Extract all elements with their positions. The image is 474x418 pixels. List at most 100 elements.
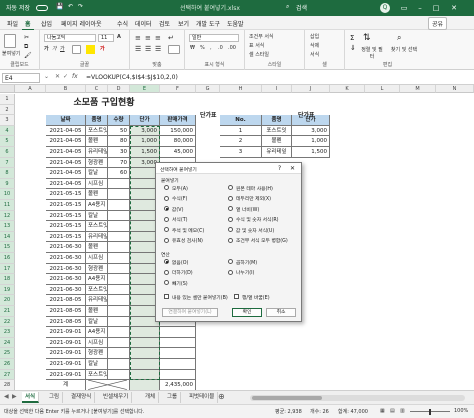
redo-icon[interactable]: ↷ xyxy=(78,3,83,10)
table-cell[interactable] xyxy=(108,295,130,306)
table-header-cell[interactable]: 날짜 xyxy=(46,115,86,126)
table-cell[interactable]: 2021-09-01 xyxy=(46,337,86,349)
column-header-j[interactable]: J xyxy=(292,85,330,93)
ok-button[interactable]: 확인 xyxy=(232,308,262,317)
operation-option-radio[interactable] xyxy=(164,259,169,264)
table-cell[interactable] xyxy=(160,327,196,338)
row-header[interactable]: 7 xyxy=(0,157,15,169)
find-select-button[interactable]: 찾기 및 선택 xyxy=(389,46,419,53)
table-cell[interactable]: 2021-05-15 xyxy=(46,210,86,222)
column-header-c[interactable]: C xyxy=(86,85,108,93)
row-header[interactable]: 23 xyxy=(0,327,15,338)
table-cell[interactable] xyxy=(130,337,160,349)
table-cell[interactable]: 볼펜 xyxy=(86,306,108,317)
unit-table-cell[interactable]: 볼펜 xyxy=(262,136,292,147)
table-cell[interactable] xyxy=(160,348,196,359)
table-cell[interactable] xyxy=(160,337,196,349)
table-cell[interactable] xyxy=(130,327,160,338)
cancel-formula-icon[interactable]: ✕ xyxy=(55,73,60,80)
number-format-select[interactable]: 일반 xyxy=(189,34,239,42)
table-cell[interactable] xyxy=(108,189,130,200)
table-cell[interactable]: 포스트잇 xyxy=(86,221,108,232)
total-crossed-cell[interactable] xyxy=(86,380,130,390)
table-cell[interactable]: 형광펜 xyxy=(86,348,108,359)
autosave-label[interactable]: 자동 저장 xyxy=(6,3,30,12)
zoom-slider-thumb[interactable] xyxy=(429,409,431,415)
avatar[interactable]: Q xyxy=(380,3,390,13)
table-cell[interactable] xyxy=(108,253,130,264)
font-color-icon[interactable]: 가 xyxy=(100,45,105,52)
search-icon[interactable]: ⌕ xyxy=(286,3,289,11)
prev-sheet-icon[interactable]: ◀ xyxy=(4,393,9,400)
tab-data[interactable]: 데이터 xyxy=(132,18,155,29)
grow-font-icon[interactable]: A xyxy=(117,34,121,40)
paste-option-radio[interactable] xyxy=(228,206,233,211)
table-cell[interactable]: 유리테잎 xyxy=(86,295,108,306)
table-cell[interactable]: A4용지 xyxy=(86,327,108,338)
unit-table-header-cell[interactable]: No. xyxy=(220,115,262,126)
cancel-button[interactable]: 취소 xyxy=(266,308,296,317)
sort-filter-button[interactable]: 정렬 및 필터 xyxy=(359,46,385,60)
row-header[interactable]: 6 xyxy=(0,147,15,158)
table-cell[interactable]: 2021-05-15 xyxy=(46,200,86,211)
table-cell[interactable]: 70 xyxy=(108,157,130,169)
table-cell[interactable] xyxy=(108,221,130,232)
table-cell[interactable]: 2021-06-30 xyxy=(46,263,86,275)
table-cell[interactable] xyxy=(160,369,196,381)
total-empty-cell[interactable] xyxy=(130,380,160,390)
bold-icon[interactable]: 가 xyxy=(44,45,49,52)
table-cell[interactable]: 칼날 xyxy=(86,359,108,370)
sheet-tab[interactable]: 그림 xyxy=(46,392,64,403)
undo-icon[interactable]: ↶ xyxy=(68,3,73,10)
table-cell[interactable] xyxy=(108,200,130,211)
paste-option-radio[interactable] xyxy=(164,227,169,232)
table-cell[interactable] xyxy=(108,359,130,370)
format-cells-button[interactable]: 서식 xyxy=(310,51,319,58)
conditional-format-button[interactable]: 조건부 서식 xyxy=(249,33,274,40)
row-header[interactable]: 2 xyxy=(0,104,15,116)
table-cell[interactable]: 2021-08-05 xyxy=(46,295,86,306)
align-center-icon[interactable]: ☰ xyxy=(145,45,151,53)
table-cell[interactable] xyxy=(108,316,130,328)
table-cell[interactable]: 2021-06-30 xyxy=(46,253,86,264)
tab-review[interactable]: 검토 xyxy=(156,18,173,29)
table-cell[interactable]: 1,500 xyxy=(130,147,160,158)
paste-icon[interactable] xyxy=(4,34,16,48)
share-button[interactable]: 공유 xyxy=(428,17,448,30)
paste-option-radio[interactable] xyxy=(164,216,169,222)
total-value-cell[interactable]: 2,435,000 xyxy=(160,380,196,390)
table-cell[interactable] xyxy=(108,274,130,285)
operation-option-radio[interactable] xyxy=(164,280,169,285)
row-header[interactable]: 13 xyxy=(0,221,15,232)
sheet-tab[interactable]: 빈셀채우기 xyxy=(100,392,133,403)
merge-center-icon[interactable] xyxy=(168,45,180,54)
table-cell[interactable] xyxy=(108,327,130,338)
paste-button[interactable]: 붙여넣기 xyxy=(2,50,20,57)
row-header[interactable]: 25 xyxy=(0,348,15,359)
table-cell[interactable]: 포스트잇 xyxy=(86,369,108,381)
operation-option-radio[interactable] xyxy=(164,269,169,275)
sheet-tab[interactable]: 피벗테이블 xyxy=(186,392,219,403)
tab-view[interactable]: 보기 xyxy=(175,18,192,29)
increase-decimal-icon[interactable]: .0 xyxy=(218,45,223,51)
unit-table-cell[interactable]: 1,000 xyxy=(292,136,330,147)
table-cell[interactable]: 포스트잇 xyxy=(86,284,108,296)
table-cell[interactable]: 45,000 xyxy=(160,147,196,158)
table-cell[interactable] xyxy=(108,178,130,190)
table-cell[interactable]: 볼펜 xyxy=(86,136,108,147)
horizontal-scrollbar[interactable] xyxy=(250,395,465,401)
table-cell[interactable]: 2021-08-05 xyxy=(46,306,86,317)
underline-icon[interactable]: 가 xyxy=(60,45,65,52)
table-cell[interactable]: 포스트잇 xyxy=(86,125,108,137)
table-cell[interactable]: 시프심 xyxy=(86,178,108,190)
row-header[interactable]: 12 xyxy=(0,210,15,222)
row-header[interactable]: 1 xyxy=(0,94,15,105)
insert-cells-button[interactable]: 삽입 xyxy=(310,33,319,40)
column-header-a[interactable]: A xyxy=(15,85,46,93)
column-header-d[interactable]: D xyxy=(108,85,130,93)
save-icon[interactable]: 💾 xyxy=(56,3,63,10)
row-header[interactable]: 19 xyxy=(0,284,15,296)
row-header[interactable]: 5 xyxy=(0,136,15,147)
align-left-icon[interactable]: ☰ xyxy=(135,45,141,53)
autosave-toggle[interactable] xyxy=(36,5,48,11)
